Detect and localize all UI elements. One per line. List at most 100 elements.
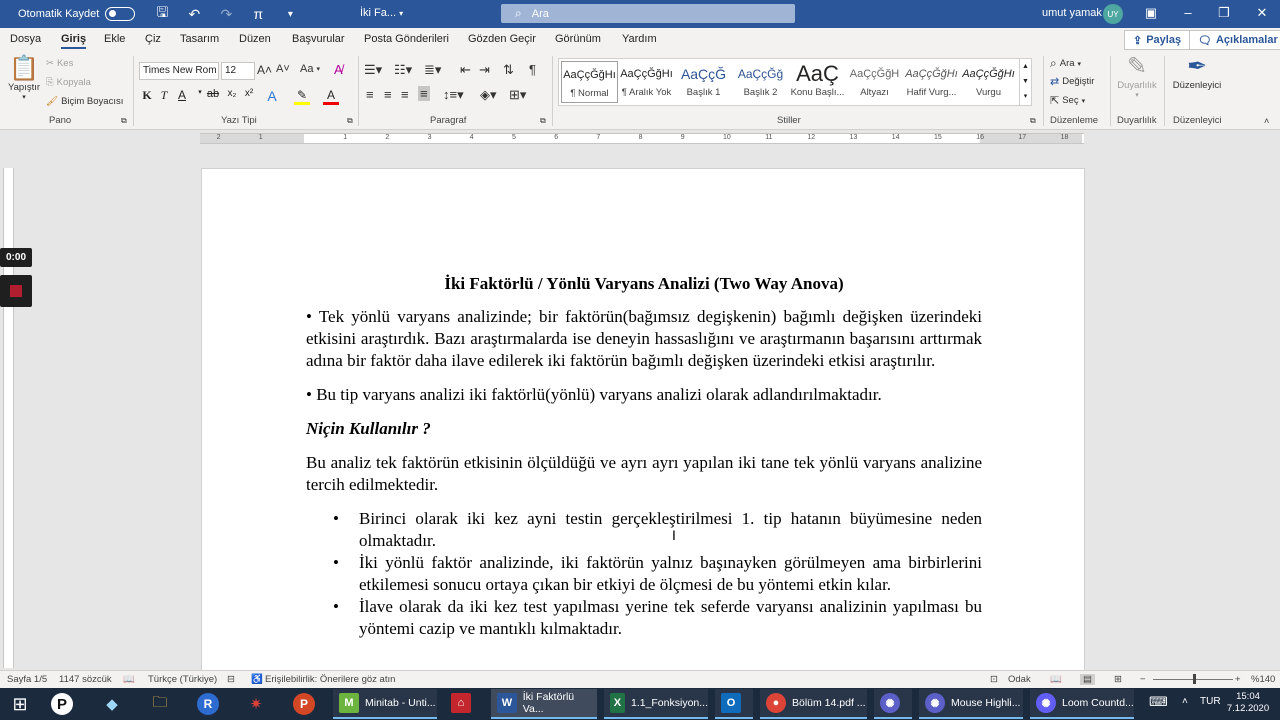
- tab-help[interactable]: Yardım: [622, 33, 657, 45]
- tab-view[interactable]: Görünüm: [555, 33, 601, 45]
- accessibility-status[interactable]: Erişilebilirlik: Önerilere göz atın: [265, 674, 395, 685]
- zoom-in-icon[interactable]: +: [1235, 674, 1241, 685]
- styles-scroll[interactable]: ▲ ▼ ▾: [1019, 59, 1031, 105]
- font-size-select[interactable]: 12: [221, 62, 255, 80]
- change-case-button[interactable]: Aa ▾: [300, 63, 320, 75]
- language[interactable]: Türkçe (Türkiye): [148, 674, 217, 685]
- sensitivity-button[interactable]: ✎ Duyarlılık ▾: [1117, 54, 1157, 100]
- avatar[interactable]: UY: [1103, 4, 1123, 24]
- clear-format-icon[interactable]: A̸: [334, 62, 343, 77]
- save-icon[interactable]: 🖫: [153, 2, 171, 26]
- taskbar-app-excel[interactable]: X 1.1_Fonksiyon...: [604, 689, 708, 719]
- shading-icon[interactable]: ◈▾: [480, 87, 497, 103]
- document-title[interactable]: İki Fa... ▾: [360, 7, 403, 19]
- app-icon[interactable]: ◆: [94, 692, 130, 716]
- bold-icon[interactable]: K: [139, 88, 155, 103]
- underline-icon[interactable]: A: [174, 88, 190, 102]
- taskbar-app-chrome[interactable]: ● Bölüm 14.pdf ...: [760, 689, 867, 719]
- shrink-font-icon[interactable]: A˅: [276, 63, 290, 75]
- superscript-icon[interactable]: x²: [241, 88, 257, 99]
- taskbar-app-word[interactable]: W İki Faktörlü Va...: [491, 689, 597, 719]
- collapse-ribbon-icon[interactable]: ˄: [1264, 116, 1269, 126]
- subscript-icon[interactable]: x₂: [224, 88, 240, 99]
- format-painter-button[interactable]: 🖌 Biçim Boyacısı: [46, 96, 123, 107]
- proofing-icon[interactable]: 📖: [123, 674, 135, 685]
- dialog-launcher-icon[interactable]: ⧉: [1030, 116, 1036, 126]
- read-mode-icon[interactable]: 📖: [1050, 674, 1062, 685]
- clock[interactable]: 15:04 7.12.2020: [1226, 691, 1270, 715]
- stop-recording-button[interactable]: [0, 275, 32, 307]
- tab-insert[interactable]: Ekle: [104, 33, 125, 45]
- bullets-icon[interactable]: ☰▾: [364, 62, 382, 78]
- font-name-select[interactable]: Times New Rom: [139, 62, 219, 80]
- tab-draw[interactable]: Çiz: [145, 33, 161, 45]
- style-heading-1[interactable]: AaÇçĞ Başlık 1: [675, 61, 732, 103]
- style-no-spacing[interactable]: AaÇçĞğHı ¶ Aralık Yok: [618, 61, 675, 103]
- borders-icon[interactable]: ⊞▾: [509, 87, 526, 103]
- decrease-indent-icon[interactable]: ⇤: [460, 62, 471, 78]
- redo-icon[interactable]: ↷: [217, 6, 235, 23]
- keyboard-icon[interactable]: ⌨: [1149, 694, 1168, 710]
- tab-design[interactable]: Tasarım: [180, 33, 219, 45]
- autosave-toggle[interactable]: [105, 7, 136, 21]
- document-page[interactable]: İki Faktörlü / Yönlü Varyans Analizi (Tw…: [201, 168, 1085, 678]
- comments-button[interactable]: 🗨 Açıklamalar: [1189, 30, 1280, 50]
- strikethrough-icon[interactable]: ab: [205, 88, 221, 100]
- customize-qat-icon[interactable]: ▾: [281, 9, 299, 20]
- italic-icon[interactable]: T: [156, 88, 172, 103]
- taskbar-app-loom[interactable]: ✺ Loom Countd...: [1030, 689, 1134, 719]
- app-icon[interactable]: P: [44, 692, 80, 716]
- grow-font-icon[interactable]: A˄: [257, 63, 272, 77]
- r-icon[interactable]: R: [190, 692, 226, 716]
- user-name[interactable]: umut yamak: [1042, 7, 1102, 19]
- tab-references[interactable]: Başvurular: [292, 33, 345, 45]
- text-effects-icon[interactable]: A: [264, 88, 280, 104]
- tab-file[interactable]: Dosya: [10, 33, 41, 45]
- input-language[interactable]: TUR: [1200, 696, 1221, 707]
- increase-indent-icon[interactable]: ⇥: [479, 62, 490, 78]
- style-normal[interactable]: AaÇçĞğHı ¶ Normal: [561, 61, 618, 103]
- line-spacing-icon[interactable]: ↕≡▾: [443, 87, 464, 103]
- taskbar-app-outlook[interactable]: O: [715, 689, 753, 719]
- vertical-ruler[interactable]: [3, 168, 14, 668]
- zoom-out-icon[interactable]: −: [1140, 674, 1146, 685]
- justify-icon[interactable]: ≡: [418, 86, 430, 101]
- format-icon[interactable]: π: [249, 6, 267, 22]
- dialog-launcher-icon[interactable]: ⧉: [121, 116, 127, 126]
- paste-button[interactable]: 📋 Yapıştır ▾: [8, 56, 40, 102]
- tab-home[interactable]: Giriş: [61, 33, 87, 49]
- print-layout-icon[interactable]: ▤: [1080, 674, 1095, 685]
- undo-icon[interactable]: ↶: [185, 6, 203, 23]
- zoom-level[interactable]: %140: [1251, 674, 1275, 685]
- cut-button[interactable]: ✂ Kes: [46, 58, 73, 69]
- more-icon[interactable]: ▾: [1020, 89, 1031, 104]
- zoom-slider-thumb[interactable]: [1193, 674, 1196, 684]
- numbering-icon[interactable]: ☷▾: [394, 62, 412, 78]
- sort-icon[interactable]: ⇅: [503, 62, 514, 78]
- find-button[interactable]: ⌕ Ara ▾: [1050, 56, 1081, 71]
- tab-layout[interactable]: Düzen: [239, 33, 271, 45]
- macro-icon[interactable]: ⊟: [227, 674, 235, 685]
- web-layout-icon[interactable]: ⊞: [1114, 674, 1122, 685]
- horizontal-ruler[interactable]: 2 1 1 2 3 4 5 6 7 8 9 10 11 12 13 14 15 16 17 18: [200, 133, 1084, 144]
- multilevel-list-icon[interactable]: ≣▾: [424, 62, 441, 78]
- tab-mailings[interactable]: Posta Gönderileri: [364, 33, 449, 45]
- restore-icon[interactable]: ❐: [1214, 5, 1234, 21]
- minimize-icon[interactable]: –: [1178, 5, 1198, 20]
- focus-mode[interactable]: Odak: [1008, 674, 1031, 685]
- file-explorer-icon[interactable]: 🗀: [142, 692, 178, 716]
- ribbon-display-icon[interactable]: ▣: [1141, 5, 1161, 21]
- powerpoint-icon[interactable]: P: [286, 692, 322, 716]
- highlight-icon[interactable]: ✎: [294, 88, 310, 105]
- dialog-launcher-icon[interactable]: ⧉: [540, 116, 546, 126]
- page-count[interactable]: Sayfa 1/5: [7, 674, 47, 685]
- chevron-up-icon[interactable]: ▲: [1020, 59, 1031, 74]
- taskbar-app-mouse-highlight[interactable]: ✺ Mouse Highli...: [919, 689, 1023, 719]
- taskbar-app-pdf[interactable]: ⌂: [445, 689, 481, 719]
- close-icon[interactable]: ✕: [1252, 5, 1272, 21]
- dialog-launcher-icon[interactable]: ⧉: [347, 116, 353, 126]
- taskbar-app-minitab[interactable]: M Minitab - Unti...: [333, 689, 437, 719]
- align-left-icon[interactable]: ≡: [366, 87, 374, 102]
- style-subtle-emphasis[interactable]: AaÇçĞğHı Hafif Vurg...: [903, 61, 960, 103]
- font-color-icon[interactable]: A: [323, 88, 339, 105]
